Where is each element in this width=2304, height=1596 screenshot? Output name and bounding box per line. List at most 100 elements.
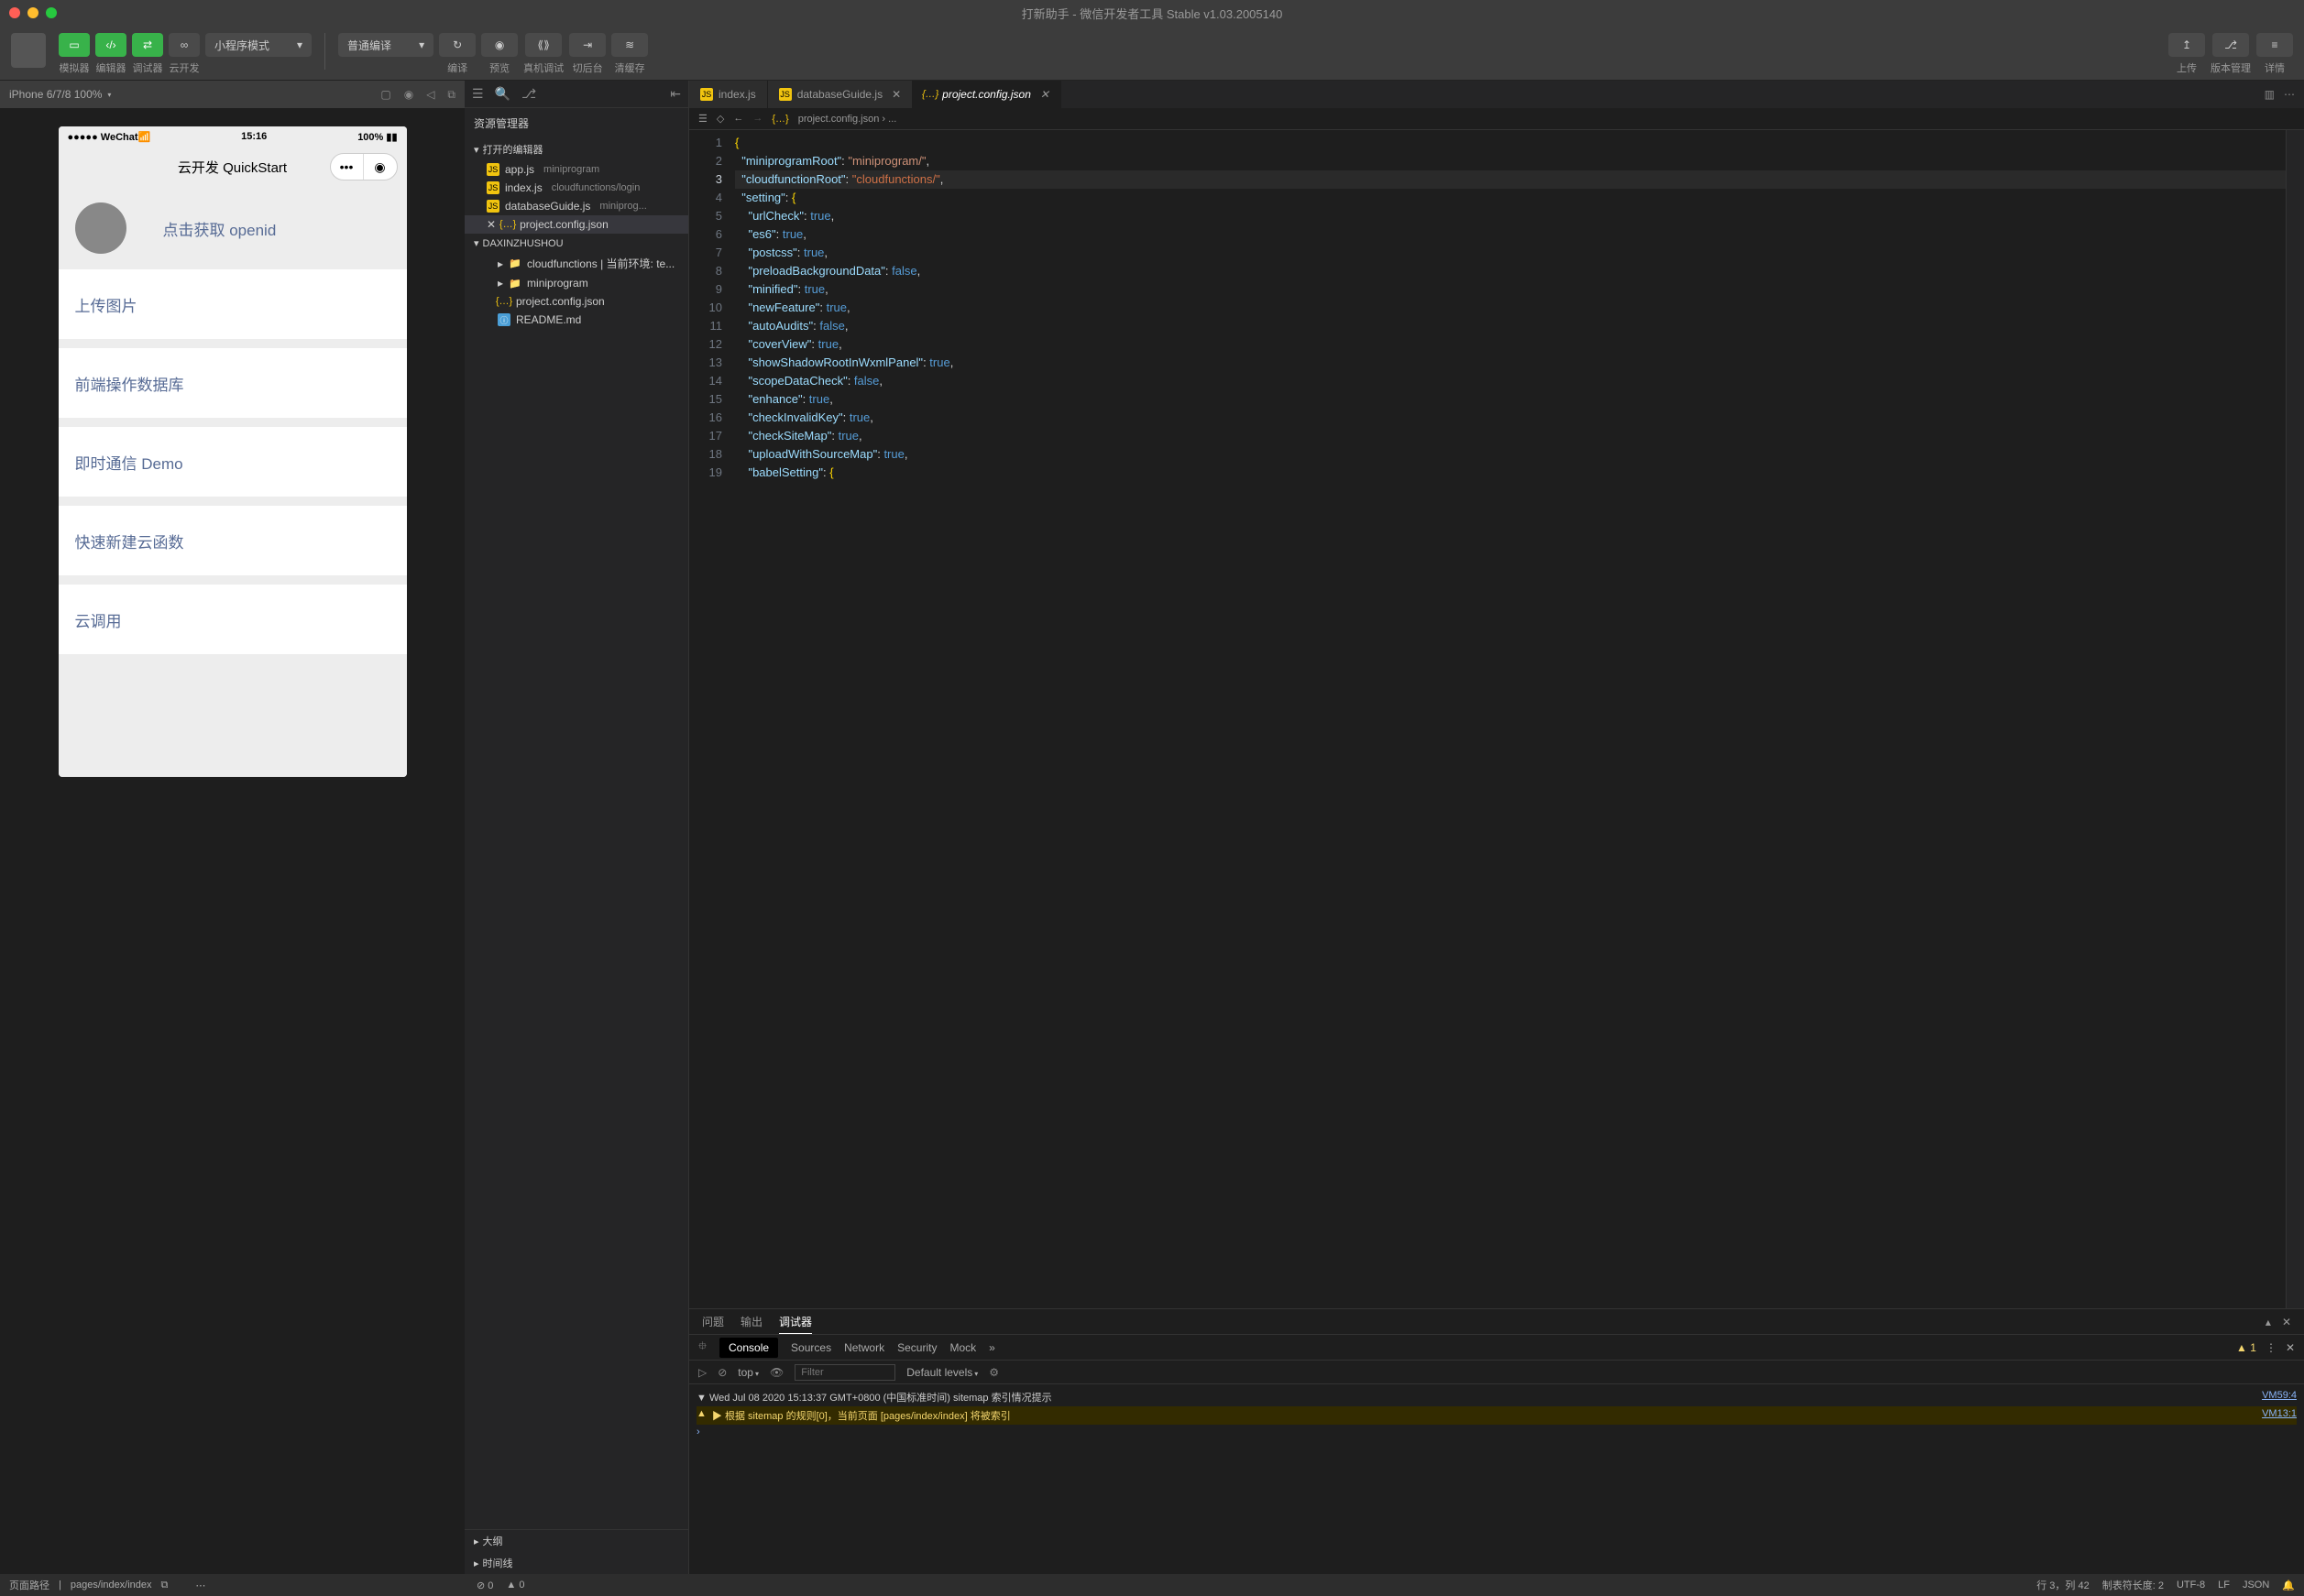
open-editor-item[interactable]: JSindex.jscloudfunctions/login [465,179,688,197]
chevron-up-icon[interactable]: ▴ [2266,1316,2271,1328]
rotate-icon[interactable]: ▢ [380,88,390,102]
record-icon[interactable]: ◉ [404,88,413,102]
tab-output[interactable]: 输出 [741,1310,763,1333]
play-icon[interactable]: ▷ [698,1366,707,1379]
titlebar: 打新助手 - 微信开发者工具 Stable v1.03.2005140 [0,0,2304,26]
list-item[interactable]: 前端操作数据库 [59,348,407,418]
clear-icon[interactable]: ⊘ [718,1366,727,1379]
errors-count[interactable]: ⊘ 0 [477,1580,493,1591]
editor-tab[interactable]: {…}project.config.json✕ [913,81,1061,108]
close-icon[interactable]: ✕ [2286,1341,2295,1354]
branch-icon[interactable]: ⎇ [521,86,536,102]
compile-mode-select[interactable]: 普通编译▾ [338,33,433,57]
tab-debugger[interactable]: 调试器 [779,1310,812,1334]
tree-item[interactable]: ⓘREADME.md [465,311,688,329]
close-icon[interactable]: ✕ [892,88,901,101]
timeline-section[interactable]: ▸ 时间线 [465,1552,688,1574]
bookmark-icon[interactable]: ◇ [717,113,724,125]
source-link[interactable]: VM59:4 [2262,1390,2297,1405]
close-icon[interactable]: ✕ [1040,88,1049,101]
list-item[interactable]: 上传图片 [59,269,407,339]
eye-icon[interactable]: 👁 [770,1366,784,1379]
background-button[interactable]: ⇥ [569,33,606,57]
warnings-count[interactable]: ▲ 0 [506,1580,524,1591]
list-item[interactable]: 云调用 [59,585,407,654]
page-path[interactable]: pages/index/index [71,1580,152,1591]
search-icon[interactable]: 🔍 [495,86,510,102]
device-select[interactable]: iPhone 6/7/8 100% [9,88,111,101]
levels-select[interactable]: Default levels [906,1366,978,1379]
nav-title: 云开发 QuickStart [178,158,287,177]
more-icon[interactable]: ⋯ [195,1580,205,1591]
project-section[interactable]: ▾ DAXINZHUSHOU [465,234,688,253]
devtools-panel: 问题 输出 调试器 ▴ ✕ ⯐ Console Sources Network … [689,1308,2304,1574]
tree-item[interactable]: {…}project.config.json [465,292,688,311]
close-icon[interactable]: ✕ [2282,1316,2291,1328]
tab-problems[interactable]: 问题 [702,1310,724,1333]
list-item[interactable]: 即时通信 Demo [59,427,407,497]
copy-icon[interactable]: ⧉ [161,1580,169,1591]
close-window[interactable] [9,7,20,18]
tree-item[interactable]: ▸ 📁miniprogram [465,274,688,292]
cloud-button[interactable]: ∞ [169,33,200,57]
console-output[interactable]: ▼ Wed Jul 08 2020 15:13:37 GMT+0800 (中国标… [689,1384,2304,1574]
open-editors-section[interactable]: ▾ 打开的编辑器 [465,138,688,160]
open-editor-item[interactable]: ✕ {…}project.config.json [465,215,688,234]
more-icon[interactable]: ⋯ [2284,88,2295,101]
gear-icon[interactable]: ⚙ [989,1366,999,1379]
breadcrumb-path[interactable]: project.config.json › ... [798,114,897,125]
eol[interactable]: LF [2218,1580,2230,1591]
editor-button[interactable]: ‹/› [95,33,126,57]
mode-select[interactable]: 小程序模式▾ [205,33,312,57]
remote-debug-button[interactable]: ⟪⟫ [525,33,562,57]
kebab-icon[interactable]: ⋮ [2266,1341,2277,1354]
list-item[interactable]: 快速新建云函数 [59,506,407,575]
source-link[interactable]: VM13:1 [2262,1408,2297,1423]
sources-tab[interactable]: Sources [791,1341,831,1354]
upload-button[interactable]: ↥ [2168,33,2205,57]
debugger-button[interactable]: ⇄ [132,33,163,57]
simulator-button[interactable]: ▭ [59,33,90,57]
minimap[interactable] [2286,130,2304,1308]
forward-icon[interactable]: → [752,113,763,125]
back-icon[interactable]: ← [733,113,743,125]
detach-icon[interactable]: ⧉ [447,88,455,102]
maximize-window[interactable] [46,7,57,18]
bell-icon[interactable]: 🔔 [2282,1580,2295,1591]
detail-button[interactable]: ≡ [2256,33,2293,57]
encoding[interactable]: UTF-8 [2177,1580,2205,1591]
open-editor-item[interactable]: JSdatabaseGuide.jsminiprog... [465,197,688,215]
version-button[interactable]: ⎇ [2212,33,2249,57]
network-tab[interactable]: Network [844,1341,884,1354]
clear-cache-button[interactable]: ≋ [611,33,648,57]
open-editor-item[interactable]: JSapp.jsminiprogram [465,160,688,179]
tree-item[interactable]: ▸ 📁cloudfunctions | 当前环境: te... [465,253,688,274]
compile-button[interactable]: ↻ [439,33,476,57]
security-tab[interactable]: Security [897,1341,937,1354]
send-icon[interactable]: ◁ [426,88,434,102]
editor-tab[interactable]: JSdatabaseGuide.js✕ [768,81,913,108]
filter-input[interactable] [795,1364,895,1381]
collapse-icon[interactable]: ⇤ [670,86,681,102]
more-tabs-icon[interactable]: » [989,1341,995,1354]
inspect-icon[interactable]: ⯐ [698,1338,707,1357]
mock-tab[interactable]: Mock [949,1341,976,1354]
list-icon[interactable]: ☰ [698,113,708,125]
preview-button[interactable]: ◉ [481,33,518,57]
files-icon[interactable]: ☰ [472,86,484,102]
tab-size[interactable]: 制表符长度: 2 [2102,1578,2164,1592]
target-icon[interactable]: ◉ [364,154,397,180]
editor-tab[interactable]: JSindex.js [689,81,768,108]
outline-section[interactable]: ▸ 大纲 [465,1530,688,1552]
code-editor[interactable]: 12345678910111213141516171819 { "minipro… [689,130,2304,1308]
user-avatar[interactable] [11,33,46,68]
openid-link[interactable]: 点击获取 openid [163,217,277,240]
split-icon[interactable]: ▥ [2265,88,2275,101]
cursor-position[interactable]: 行 3，列 42 [2036,1578,2089,1592]
console-tab[interactable]: Console [719,1338,778,1358]
explorer-title: 资源管理器 [465,108,688,138]
language[interactable]: JSON [2243,1580,2269,1591]
scope-select[interactable]: top [738,1366,759,1379]
minimize-window[interactable] [27,7,38,18]
menu-icon[interactable]: ••• [331,154,364,180]
